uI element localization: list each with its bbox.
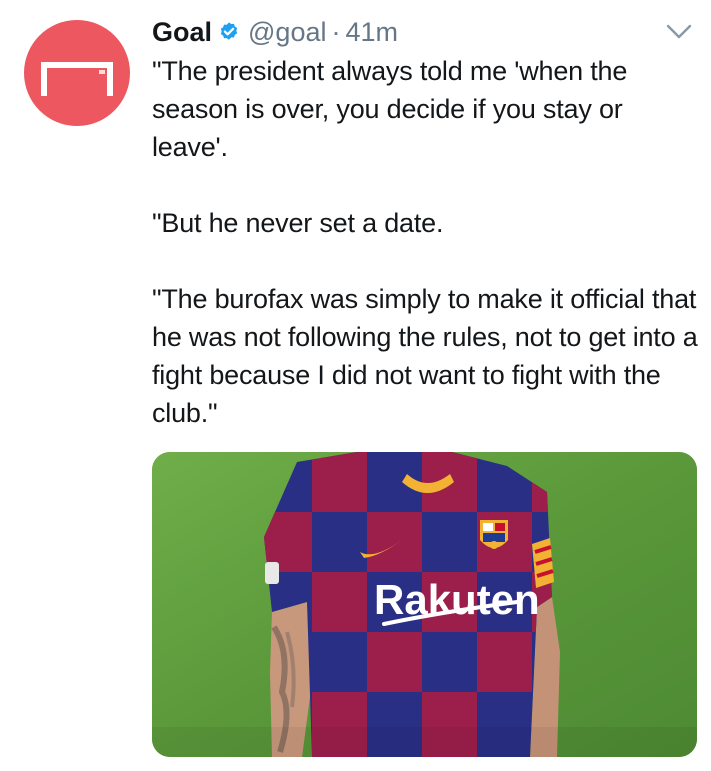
- tweet-media[interactable]: Rakuten: [152, 452, 697, 757]
- avatar[interactable]: [24, 20, 130, 126]
- chevron-down-icon[interactable]: [664, 20, 694, 44]
- tweet-text: "The president always told me 'when the …: [152, 56, 698, 428]
- verified-badge-icon: [220, 22, 238, 40]
- author-handle[interactable]: @goal: [248, 17, 326, 48]
- author-name[interactable]: Goal: [152, 17, 212, 48]
- meta-separator: ·: [331, 16, 341, 47]
- tweet-timestamp[interactable]: 41m: [345, 17, 398, 48]
- football-player-photo: Rakuten: [152, 452, 697, 757]
- goal-logo-icon: [41, 62, 113, 96]
- sponsor-text: Rakuten: [374, 576, 540, 623]
- tweet-header: Goal @goal · 41m: [152, 12, 398, 52]
